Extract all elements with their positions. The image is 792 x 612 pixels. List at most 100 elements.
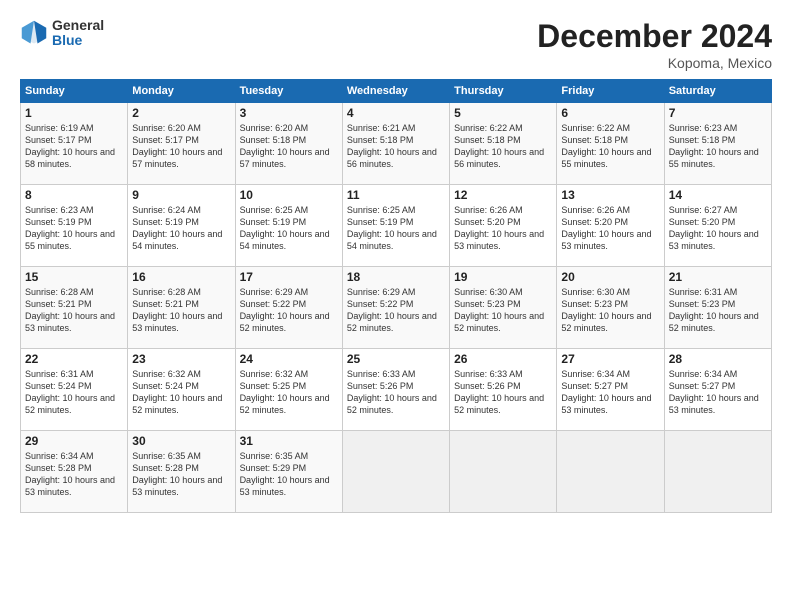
header-sunday: Sunday	[21, 80, 128, 103]
cell-content: Sunrise: 6:25 AM Sunset: 5:19 PM Dayligh…	[240, 204, 338, 253]
header-thursday: Thursday	[450, 80, 557, 103]
day-number: 12	[454, 188, 552, 202]
day-number: 28	[669, 352, 767, 366]
day-number: 11	[347, 188, 445, 202]
day-number: 21	[669, 270, 767, 284]
calendar-week-row: 15 Sunrise: 6:28 AM Sunset: 5:21 PM Dayl…	[21, 267, 772, 349]
day-number: 19	[454, 270, 552, 284]
cell-content: Sunrise: 6:20 AM Sunset: 5:18 PM Dayligh…	[240, 122, 338, 171]
cell-content: Sunrise: 6:34 AM Sunset: 5:27 PM Dayligh…	[561, 368, 659, 417]
day-number: 15	[25, 270, 123, 284]
table-row: 27 Sunrise: 6:34 AM Sunset: 5:27 PM Dayl…	[557, 349, 664, 431]
header-friday: Friday	[557, 80, 664, 103]
cell-content: Sunrise: 6:29 AM Sunset: 5:22 PM Dayligh…	[240, 286, 338, 335]
cell-content: Sunrise: 6:26 AM Sunset: 5:20 PM Dayligh…	[561, 204, 659, 253]
table-row: 12 Sunrise: 6:26 AM Sunset: 5:20 PM Dayl…	[450, 185, 557, 267]
table-row: 22 Sunrise: 6:31 AM Sunset: 5:24 PM Dayl…	[21, 349, 128, 431]
table-row	[557, 431, 664, 513]
cell-content: Sunrise: 6:22 AM Sunset: 5:18 PM Dayligh…	[454, 122, 552, 171]
logo-blue-text: Blue	[52, 33, 104, 48]
cell-content: Sunrise: 6:33 AM Sunset: 5:26 PM Dayligh…	[347, 368, 445, 417]
table-row: 29 Sunrise: 6:34 AM Sunset: 5:28 PM Dayl…	[21, 431, 128, 513]
table-row	[664, 431, 771, 513]
table-row: 26 Sunrise: 6:33 AM Sunset: 5:26 PM Dayl…	[450, 349, 557, 431]
logo-icon	[20, 19, 48, 47]
table-row: 23 Sunrise: 6:32 AM Sunset: 5:24 PM Dayl…	[128, 349, 235, 431]
day-number: 17	[240, 270, 338, 284]
cell-content: Sunrise: 6:24 AM Sunset: 5:19 PM Dayligh…	[132, 204, 230, 253]
day-number: 8	[25, 188, 123, 202]
cell-content: Sunrise: 6:32 AM Sunset: 5:24 PM Dayligh…	[132, 368, 230, 417]
table-row: 16 Sunrise: 6:28 AM Sunset: 5:21 PM Dayl…	[128, 267, 235, 349]
table-row	[342, 431, 449, 513]
cell-content: Sunrise: 6:26 AM Sunset: 5:20 PM Dayligh…	[454, 204, 552, 253]
table-row: 8 Sunrise: 6:23 AM Sunset: 5:19 PM Dayli…	[21, 185, 128, 267]
title-block: December 2024 Kopoma, Mexico	[537, 18, 772, 71]
calendar-title: December 2024	[537, 18, 772, 55]
header-wednesday: Wednesday	[342, 80, 449, 103]
table-row: 7 Sunrise: 6:23 AM Sunset: 5:18 PM Dayli…	[664, 103, 771, 185]
cell-content: Sunrise: 6:35 AM Sunset: 5:29 PM Dayligh…	[240, 450, 338, 499]
cell-content: Sunrise: 6:23 AM Sunset: 5:18 PM Dayligh…	[669, 122, 767, 171]
cell-content: Sunrise: 6:33 AM Sunset: 5:26 PM Dayligh…	[454, 368, 552, 417]
day-number: 20	[561, 270, 659, 284]
day-number: 5	[454, 106, 552, 120]
day-number: 10	[240, 188, 338, 202]
cell-content: Sunrise: 6:34 AM Sunset: 5:27 PM Dayligh…	[669, 368, 767, 417]
cell-content: Sunrise: 6:19 AM Sunset: 5:17 PM Dayligh…	[25, 122, 123, 171]
day-number: 24	[240, 352, 338, 366]
cell-content: Sunrise: 6:27 AM Sunset: 5:20 PM Dayligh…	[669, 204, 767, 253]
page: General Blue December 2024 Kopoma, Mexic…	[0, 0, 792, 612]
table-row: 1 Sunrise: 6:19 AM Sunset: 5:17 PM Dayli…	[21, 103, 128, 185]
day-number: 3	[240, 106, 338, 120]
day-number: 31	[240, 434, 338, 448]
cell-content: Sunrise: 6:25 AM Sunset: 5:19 PM Dayligh…	[347, 204, 445, 253]
day-number: 18	[347, 270, 445, 284]
table-row	[450, 431, 557, 513]
header-saturday: Saturday	[664, 80, 771, 103]
calendar-week-row: 22 Sunrise: 6:31 AM Sunset: 5:24 PM Dayl…	[21, 349, 772, 431]
cell-content: Sunrise: 6:23 AM Sunset: 5:19 PM Dayligh…	[25, 204, 123, 253]
day-number: 4	[347, 106, 445, 120]
day-number: 9	[132, 188, 230, 202]
table-row: 21 Sunrise: 6:31 AM Sunset: 5:23 PM Dayl…	[664, 267, 771, 349]
calendar-header-row: Sunday Monday Tuesday Wednesday Thursday…	[21, 80, 772, 103]
table-row: 19 Sunrise: 6:30 AM Sunset: 5:23 PM Dayl…	[450, 267, 557, 349]
table-row: 2 Sunrise: 6:20 AM Sunset: 5:17 PM Dayli…	[128, 103, 235, 185]
table-row: 20 Sunrise: 6:30 AM Sunset: 5:23 PM Dayl…	[557, 267, 664, 349]
day-number: 23	[132, 352, 230, 366]
cell-content: Sunrise: 6:34 AM Sunset: 5:28 PM Dayligh…	[25, 450, 123, 499]
table-row: 28 Sunrise: 6:34 AM Sunset: 5:27 PM Dayl…	[664, 349, 771, 431]
logo: General Blue	[20, 18, 104, 49]
table-row: 11 Sunrise: 6:25 AM Sunset: 5:19 PM Dayl…	[342, 185, 449, 267]
day-number: 30	[132, 434, 230, 448]
calendar-location: Kopoma, Mexico	[537, 55, 772, 71]
table-row: 15 Sunrise: 6:28 AM Sunset: 5:21 PM Dayl…	[21, 267, 128, 349]
cell-content: Sunrise: 6:31 AM Sunset: 5:23 PM Dayligh…	[669, 286, 767, 335]
table-row: 9 Sunrise: 6:24 AM Sunset: 5:19 PM Dayli…	[128, 185, 235, 267]
table-row: 30 Sunrise: 6:35 AM Sunset: 5:28 PM Dayl…	[128, 431, 235, 513]
day-number: 1	[25, 106, 123, 120]
cell-content: Sunrise: 6:28 AM Sunset: 5:21 PM Dayligh…	[25, 286, 123, 335]
cell-content: Sunrise: 6:20 AM Sunset: 5:17 PM Dayligh…	[132, 122, 230, 171]
header-monday: Monday	[128, 80, 235, 103]
table-row: 4 Sunrise: 6:21 AM Sunset: 5:18 PM Dayli…	[342, 103, 449, 185]
table-row: 3 Sunrise: 6:20 AM Sunset: 5:18 PM Dayli…	[235, 103, 342, 185]
cell-content: Sunrise: 6:29 AM Sunset: 5:22 PM Dayligh…	[347, 286, 445, 335]
calendar-week-row: 1 Sunrise: 6:19 AM Sunset: 5:17 PM Dayli…	[21, 103, 772, 185]
table-row: 25 Sunrise: 6:33 AM Sunset: 5:26 PM Dayl…	[342, 349, 449, 431]
table-row: 5 Sunrise: 6:22 AM Sunset: 5:18 PM Dayli…	[450, 103, 557, 185]
day-number: 16	[132, 270, 230, 284]
day-number: 2	[132, 106, 230, 120]
table-row: 10 Sunrise: 6:25 AM Sunset: 5:19 PM Dayl…	[235, 185, 342, 267]
header-tuesday: Tuesday	[235, 80, 342, 103]
logo-text: General Blue	[52, 18, 104, 49]
calendar-table: Sunday Monday Tuesday Wednesday Thursday…	[20, 79, 772, 513]
day-number: 27	[561, 352, 659, 366]
logo-general-text: General	[52, 18, 104, 33]
cell-content: Sunrise: 6:30 AM Sunset: 5:23 PM Dayligh…	[454, 286, 552, 335]
day-number: 26	[454, 352, 552, 366]
table-row: 13 Sunrise: 6:26 AM Sunset: 5:20 PM Dayl…	[557, 185, 664, 267]
table-row: 31 Sunrise: 6:35 AM Sunset: 5:29 PM Dayl…	[235, 431, 342, 513]
cell-content: Sunrise: 6:35 AM Sunset: 5:28 PM Dayligh…	[132, 450, 230, 499]
